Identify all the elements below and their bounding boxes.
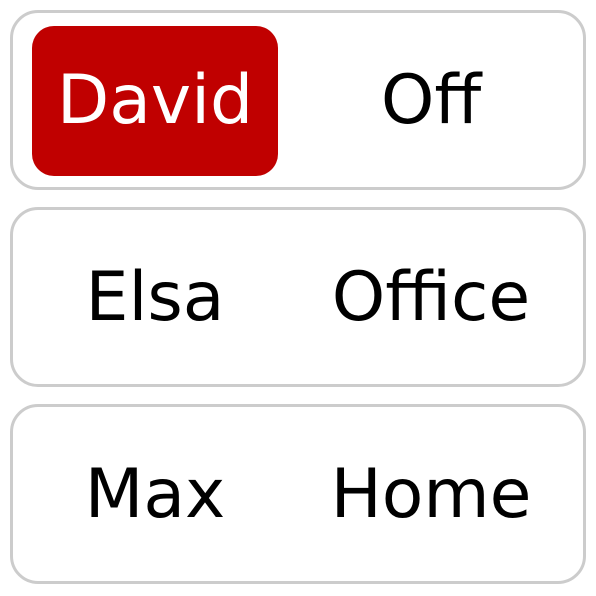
- person-status-list: David Off Elsa Office Max Home: [10, 10, 586, 584]
- person-row-david[interactable]: David Off: [10, 10, 586, 190]
- person-status-cell: Off: [298, 26, 564, 176]
- person-name-cell[interactable]: Elsa: [32, 223, 278, 373]
- person-name: Max: [84, 455, 226, 534]
- person-name-cell[interactable]: Max: [32, 420, 278, 570]
- person-name: Elsa: [85, 258, 225, 337]
- person-status: Office: [331, 258, 531, 337]
- person-name-cell[interactable]: David: [32, 26, 278, 176]
- person-status: Off: [380, 61, 482, 140]
- person-status-cell: Home: [298, 420, 564, 570]
- person-name: David: [56, 61, 254, 140]
- person-row-max[interactable]: Max Home: [10, 404, 586, 584]
- person-row-elsa[interactable]: Elsa Office: [10, 207, 586, 387]
- person-status: Home: [330, 455, 532, 534]
- person-status-cell: Office: [298, 223, 564, 373]
